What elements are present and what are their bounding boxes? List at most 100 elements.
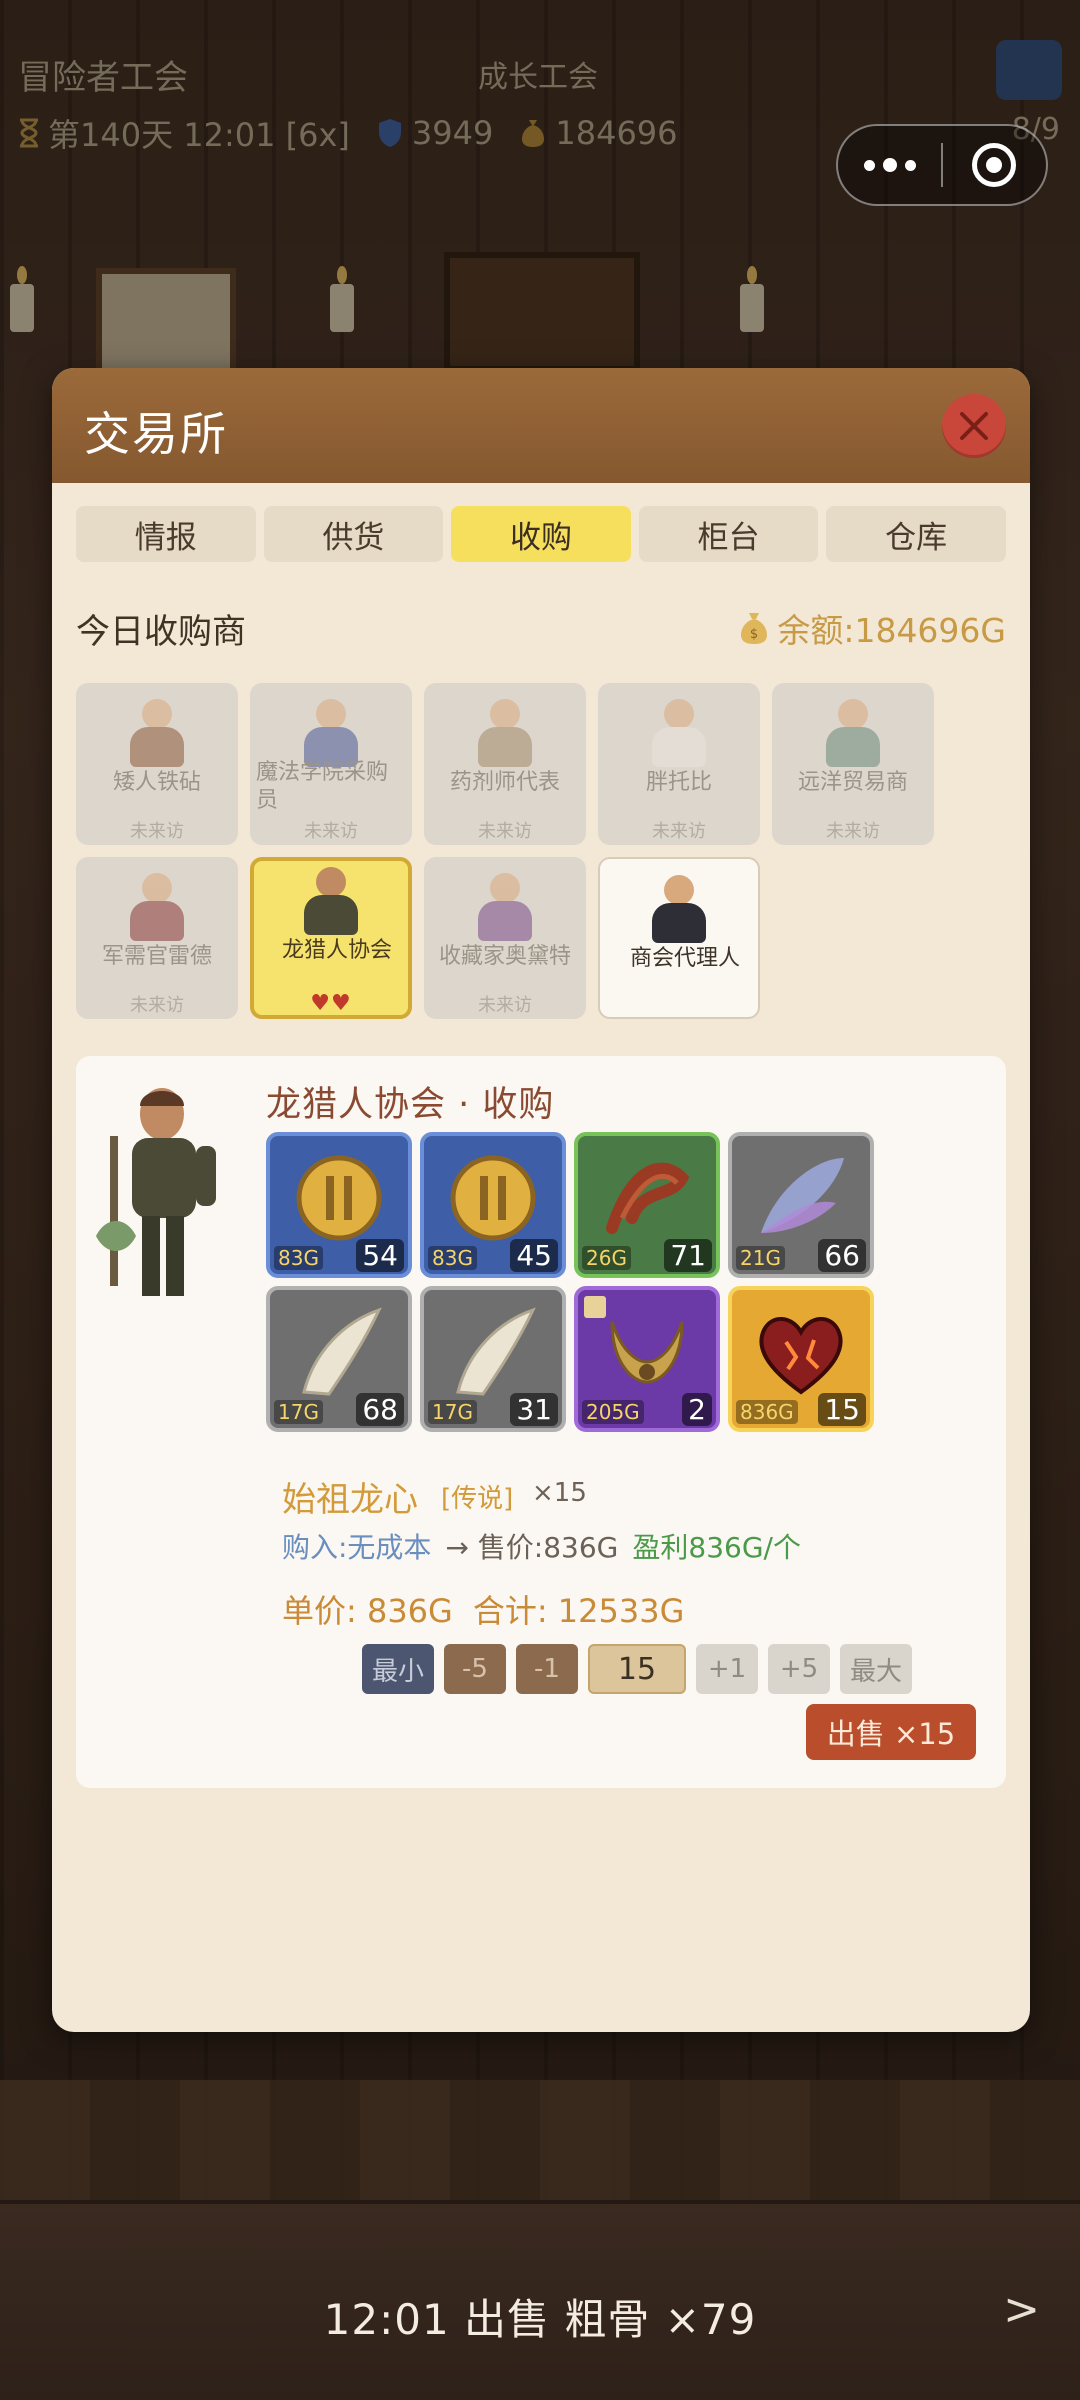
svg-text:$: $	[750, 627, 758, 642]
selected-item-rarity: [传说]	[441, 1484, 514, 1514]
merchant-name: 药剂师代表	[449, 770, 560, 795]
trader-avatar	[818, 697, 888, 769]
merchant-name: 矮人铁砧	[112, 770, 201, 795]
selected-item-name: 始祖龙心	[282, 1480, 418, 1520]
item-slot[interactable]: 83G 45	[420, 1132, 566, 1278]
more-button[interactable]	[838, 126, 941, 204]
activity-log-bar[interactable]: 12:01 出售 粗骨 ×79 >	[0, 2200, 1080, 2400]
merchant-status: 未来访	[478, 995, 532, 1016]
merchant-name: 龙猎人协会	[282, 938, 393, 963]
dragon-hunter-avatar	[296, 865, 366, 937]
modal-title: 交易所	[84, 407, 228, 461]
tab-bar: 情报 供货 收购 柜台 仓库	[76, 506, 1006, 562]
horn-icon	[610, 1321, 684, 1384]
collector-avatar	[470, 871, 540, 943]
item-price: 17G	[428, 1400, 477, 1424]
buy-cost: 购入:无成本	[282, 1531, 432, 1564]
tab-purchase[interactable]: 收购	[451, 506, 631, 562]
merchant-status: 未来访	[130, 995, 184, 1016]
chevron-right-icon[interactable]: >	[1003, 2284, 1040, 2335]
merchant-name: 收藏家奥黛特	[438, 944, 571, 969]
item-quantity: 71	[664, 1239, 712, 1272]
tab-supply[interactable]: 供货	[263, 506, 444, 562]
profit: 盈利836G/个	[632, 1531, 801, 1564]
item-slot-selected[interactable]: 836G 15	[728, 1286, 874, 1432]
item-quantity: 31	[510, 1393, 558, 1426]
merchant-card[interactable]: 胖托比 未来访	[598, 683, 760, 845]
unit-price: 单价: 836G	[282, 1592, 453, 1630]
max-button[interactable]: 最大	[840, 1644, 912, 1694]
plus5-button[interactable]: +5	[768, 1644, 830, 1694]
tab-counter[interactable]: 柜台	[638, 506, 819, 562]
chef-avatar	[644, 697, 714, 769]
quantity-input[interactable]: 15	[588, 1644, 686, 1694]
merchant-name: 商会代理人	[630, 946, 741, 971]
minus1-button[interactable]: -1	[516, 1644, 578, 1694]
close-button[interactable]	[942, 394, 1006, 458]
log-text: 12:01 出售 粗骨 ×79	[323, 2295, 757, 2344]
price-summary: 单价: 836G 合计: 12533G	[282, 1586, 684, 1632]
min-button[interactable]: 最小	[362, 1644, 434, 1694]
merchant-name: 军需官雷德	[101, 944, 212, 969]
item-slot[interactable]: 205G 2	[574, 1286, 720, 1432]
fang-icon	[456, 1307, 536, 1396]
dragon-heart-icon	[759, 1317, 843, 1395]
merchant-card[interactable]: 军需官雷德 未来访	[76, 857, 238, 1019]
item-slot[interactable]: 21G 66	[728, 1132, 874, 1278]
gold-coin-icon	[450, 1155, 536, 1241]
item-price: 26G	[582, 1246, 631, 1270]
item-slot[interactable]: 17G 68	[266, 1286, 412, 1432]
agent-avatar	[644, 873, 714, 945]
money-bag-icon: $	[741, 613, 768, 644]
tab-warehouse[interactable]: 仓库	[826, 506, 1006, 562]
item-quantity: 15	[818, 1393, 866, 1426]
dragon-hunter-portrait	[96, 1088, 216, 1296]
merchant-card[interactable]: 远洋贸易商 未来访	[772, 683, 934, 845]
wing-icon	[761, 1158, 844, 1233]
item-price: 17G	[274, 1400, 323, 1424]
dwarf-avatar	[122, 697, 192, 769]
balance-display: $ 余额:184696G	[737, 604, 1006, 652]
item-price: 83G	[428, 1246, 477, 1270]
buyer-title: 龙猎人协会 · 收购	[266, 1085, 555, 1125]
fang-icon	[302, 1307, 382, 1396]
tab-intel[interactable]: 情报	[76, 506, 256, 562]
merchant-status: 未来访	[478, 821, 532, 842]
item-slot[interactable]: 26G 71	[574, 1132, 720, 1278]
item-quantity: 54	[356, 1239, 404, 1272]
merchant-card[interactable]: 药剂师代表 未来访	[424, 683, 586, 845]
plus1-button[interactable]: +1	[696, 1644, 758, 1694]
close-miniprogram-button[interactable]	[943, 126, 1046, 204]
buyer-detail-card: 龙猎人协会 · 收购 83G 54 83G 45 26G 71 21G 66 1…	[76, 1056, 1006, 1788]
merchant-status: 未来访	[826, 821, 880, 842]
cost-summary: 购入:无成本 → 售价:836G 盈利836G/个	[282, 1526, 801, 1566]
exchange-modal: 交易所 情报 供货 收购 柜台 仓库 今日收购商 $ 余额:184696G 矮人…	[52, 368, 1030, 2032]
quantity-stepper: 最小 -5 -1 15 +1 +5 最大	[362, 1644, 912, 1694]
merchant-name: 魔法学院采购员	[256, 760, 389, 813]
merchant-card[interactable]: 商会代理人	[598, 857, 760, 1019]
merchant-card[interactable]: 矮人铁砧 未来访	[76, 683, 238, 845]
total-price: 合计: 12533G	[472, 1592, 685, 1630]
sell-price: → 售价:836G	[445, 1531, 619, 1564]
item-slot[interactable]: 17G 31	[420, 1286, 566, 1432]
heart-icon: ♥♥	[310, 991, 352, 1016]
merchant-card[interactable]: 收藏家奥黛特 未来访	[424, 857, 586, 1019]
item-quantity: 68	[356, 1393, 404, 1426]
merchant-status: 未来访	[652, 821, 706, 842]
merchant-name: 远洋贸易商	[797, 770, 908, 795]
sell-button[interactable]: 出售 ×15	[806, 1704, 976, 1760]
merchant-card-selected[interactable]: 龙猎人协会 ♥♥	[250, 857, 412, 1019]
modal-header: 交易所	[52, 368, 1030, 483]
item-price: 21G	[736, 1246, 785, 1270]
minus5-button[interactable]: -5	[444, 1644, 506, 1694]
merchant-name: 胖托比	[645, 770, 712, 795]
mini-program-capsule	[836, 124, 1048, 206]
merchant-status: 未来访	[130, 821, 184, 842]
item-slot[interactable]: 83G 54	[266, 1132, 412, 1278]
merchant-status: 未来访	[304, 821, 358, 842]
merchant-card[interactable]: 魔法学院采购员 未来访	[250, 683, 412, 845]
apothecary-avatar	[470, 697, 540, 769]
item-quantity: 2	[682, 1393, 712, 1426]
target-icon	[972, 143, 1017, 187]
close-icon	[960, 412, 988, 440]
